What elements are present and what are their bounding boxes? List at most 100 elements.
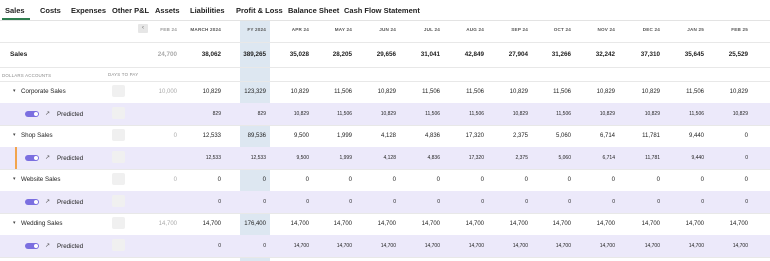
table-cell[interactable]: 0 <box>263 177 266 183</box>
predicted-toggle[interactable] <box>25 243 39 249</box>
table-cell[interactable]: 6,714 <box>600 133 615 139</box>
table-cell[interactable]: 5,060 <box>558 155 571 161</box>
chevron-down-icon[interactable]: ▾ <box>13 132 16 138</box>
table-cell[interactable]: 4,836 <box>425 133 440 139</box>
table-cell[interactable]: 0 <box>612 177 615 183</box>
table-cell[interactable]: 0 <box>745 177 748 183</box>
table-cell[interactable]: 0 <box>263 243 266 249</box>
table-cell[interactable]: 12,533 <box>251 155 266 161</box>
days-to-pay-input[interactable] <box>112 85 125 97</box>
table-cell[interactable]: 17,320 <box>466 133 484 139</box>
table-cell[interactable]: 14,700 <box>422 221 440 227</box>
table-cell[interactable]: 10,829 <box>730 89 748 95</box>
table-cell[interactable]: 14,700 <box>425 243 440 249</box>
table-cell[interactable]: 12,533 <box>206 155 221 161</box>
table-cell[interactable]: 0 <box>174 133 177 139</box>
table-cell[interactable]: 829 <box>258 111 266 117</box>
tab-costs[interactable]: Costs <box>40 6 61 15</box>
table-cell[interactable]: 0 <box>393 199 396 205</box>
table-cell[interactable]: 14,700 <box>733 243 748 249</box>
tab-profit-loss[interactable]: Profit & Loss <box>236 6 283 15</box>
table-cell[interactable]: 10,829 <box>381 111 396 117</box>
predicted-toggle[interactable] <box>25 111 39 117</box>
table-cell[interactable]: 11,506 <box>337 111 352 117</box>
table-cell[interactable]: 0 <box>218 177 221 183</box>
table-cell[interactable]: 11,506 <box>689 111 704 117</box>
table-cell[interactable]: 0 <box>657 177 660 183</box>
table-cell[interactable]: 4,128 <box>383 155 396 161</box>
table-cell[interactable]: 123,329 <box>244 89 266 95</box>
table-cell[interactable]: 14,700 <box>334 221 352 227</box>
table-cell[interactable]: 0 <box>701 177 704 183</box>
chevron-down-icon[interactable]: ▾ <box>13 176 16 182</box>
table-cell[interactable]: 14,700 <box>686 221 704 227</box>
tab-cash-flow-statement[interactable]: Cash Flow Statement <box>344 6 420 15</box>
days-to-pay-input[interactable] <box>112 107 125 119</box>
table-cell[interactable]: 10,829 <box>642 89 660 95</box>
table-cell[interactable]: 10,829 <box>510 89 528 95</box>
table-cell[interactable]: 0 <box>437 177 440 183</box>
predicted-toggle[interactable] <box>25 199 39 205</box>
table-cell[interactable]: 0 <box>306 177 309 183</box>
table-cell[interactable]: 0 <box>525 199 528 205</box>
table-cell[interactable]: 14,700 <box>159 221 177 227</box>
days-to-pay-input[interactable] <box>112 129 125 141</box>
table-cell[interactable]: 11,506 <box>553 89 571 95</box>
table-cell[interactable]: 10,829 <box>645 111 660 117</box>
table-cell[interactable]: 0 <box>481 177 484 183</box>
table-cell[interactable]: 10,829 <box>513 111 528 117</box>
table-cell[interactable]: 11,506 <box>469 111 484 117</box>
table-cell[interactable]: 10,829 <box>378 89 396 95</box>
table-cell[interactable]: 0 <box>745 133 748 139</box>
table-cell[interactable]: 0 <box>657 199 660 205</box>
table-cell[interactable]: 10,829 <box>291 89 309 95</box>
table-cell[interactable]: 11,781 <box>645 155 660 161</box>
predicted-toggle[interactable] <box>25 155 39 161</box>
table-cell[interactable]: 1,999 <box>337 133 352 139</box>
table-cell[interactable]: 11,781 <box>642 133 660 139</box>
table-cell[interactable]: 14,700 <box>203 221 221 227</box>
table-cell[interactable]: 0 <box>481 199 484 205</box>
table-cell[interactable]: 12,533 <box>203 133 221 139</box>
table-cell[interactable]: 11,506 <box>425 111 440 117</box>
chevron-down-icon[interactable]: ▾ <box>13 220 16 226</box>
table-cell[interactable]: 9,500 <box>294 133 309 139</box>
days-to-pay-input[interactable] <box>112 217 125 229</box>
table-cell[interactable]: 0 <box>349 177 352 183</box>
table-cell[interactable]: 0 <box>525 177 528 183</box>
table-cell[interactable]: 10,000 <box>159 89 177 95</box>
chevron-down-icon[interactable]: ▾ <box>13 88 16 94</box>
table-cell[interactable]: 10,829 <box>294 111 309 117</box>
table-cell[interactable]: 14,700 <box>645 243 660 249</box>
table-cell[interactable]: 14,700 <box>291 221 309 227</box>
table-cell[interactable]: 0 <box>701 199 704 205</box>
table-cell[interactable]: 14,700 <box>466 221 484 227</box>
table-cell[interactable]: 829 <box>213 111 221 117</box>
days-to-pay-input[interactable] <box>112 239 125 251</box>
table-cell[interactable]: 1,999 <box>339 155 352 161</box>
tab-balance-sheet[interactable]: Balance Sheet <box>288 6 339 15</box>
table-cell[interactable]: 0 <box>568 177 571 183</box>
table-cell[interactable]: 14,700 <box>730 221 748 227</box>
tab-expenses[interactable]: Expenses <box>71 6 106 15</box>
table-cell[interactable]: 4,836 <box>427 155 440 161</box>
tab-other-p-l[interactable]: Other P&L <box>112 6 149 15</box>
table-cell[interactable]: 0 <box>349 199 352 205</box>
tab-sales[interactable]: Sales <box>5 6 25 15</box>
table-cell[interactable]: 10,829 <box>733 111 748 117</box>
table-cell[interactable]: 9,440 <box>691 155 704 161</box>
table-cell[interactable]: 9,500 <box>296 155 309 161</box>
table-cell[interactable]: 14,700 <box>294 243 309 249</box>
table-cell[interactable]: 11,506 <box>556 111 571 117</box>
table-cell[interactable]: 14,700 <box>553 221 571 227</box>
chevron-left-icon[interactable]: ‹ <box>138 24 148 33</box>
table-cell[interactable]: 14,700 <box>556 243 571 249</box>
days-to-pay-input[interactable] <box>112 151 125 163</box>
table-cell[interactable]: 0 <box>568 199 571 205</box>
table-cell[interactable]: 5,060 <box>556 133 571 139</box>
table-cell[interactable]: 0 <box>745 155 748 161</box>
table-cell[interactable]: 4,128 <box>381 133 396 139</box>
table-cell[interactable]: 0 <box>218 199 221 205</box>
table-cell[interactable]: 11,506 <box>422 89 440 95</box>
table-cell[interactable]: 0 <box>174 177 177 183</box>
